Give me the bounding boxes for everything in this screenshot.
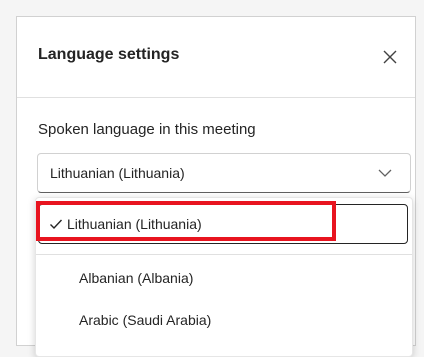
option-label: Lithuanian (Lithuania) (67, 216, 202, 232)
option-lithuanian-selected[interactable]: Lithuanian (Lithuania) (38, 204, 408, 244)
spoken-language-select[interactable]: Lithuanian (Lithuania) (37, 153, 411, 193)
list-divider (36, 254, 412, 255)
language-dropdown-list: Lithuanian (Lithuania) Albanian (Albania… (35, 197, 413, 357)
checkmark-icon (50, 219, 63, 230)
select-value: Lithuanian (Lithuania) (50, 165, 185, 181)
option-albanian[interactable]: Albanian (Albania) (36, 260, 412, 300)
option-label: Arabic (Saudi Arabia) (79, 312, 212, 328)
dialog-header: Language settings (17, 17, 415, 98)
chevron-down-icon (378, 169, 392, 177)
dialog-title: Language settings (38, 46, 180, 63)
spoken-language-label: Spoken language in this meeting (38, 121, 256, 138)
close-icon[interactable] (380, 47, 400, 67)
option-label: Albanian (Albania) (79, 270, 194, 286)
option-arabic-saudi[interactable]: Arabic (Saudi Arabia) (36, 302, 412, 342)
language-settings-dialog: Language settings Spoken language in thi… (16, 16, 416, 357)
